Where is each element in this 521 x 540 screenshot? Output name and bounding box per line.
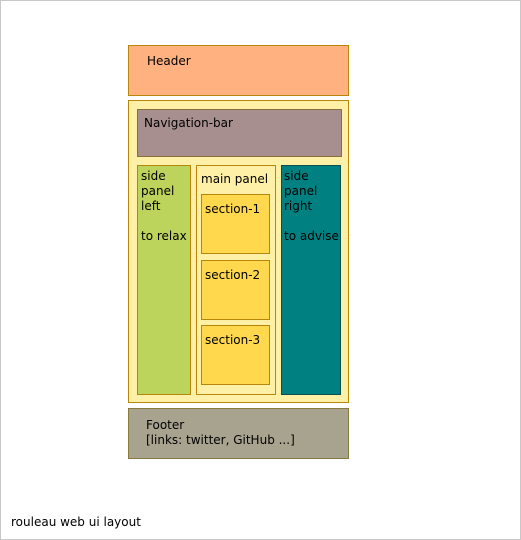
side-panel-left-box: side panel left to relax: [137, 165, 191, 395]
navigation-bar-label: Navigation-bar: [144, 116, 233, 130]
side-panel-right-box: side panel right to advise: [281, 165, 341, 395]
header-box: Header: [128, 45, 349, 96]
diagram-caption: rouleau web ui layout: [11, 515, 141, 529]
section-2-box: section-2: [201, 260, 270, 320]
section-3-label: section-3: [205, 333, 261, 347]
navigation-bar-box: Navigation-bar: [137, 109, 342, 157]
footer-label: Footer [links: twitter, GitHub ...]: [146, 418, 295, 447]
header-label: Header: [147, 54, 191, 68]
section-3-box: section-3: [201, 325, 270, 385]
side-panel-right-label: side panel right to advise: [284, 169, 339, 243]
section-1-label: section-1: [205, 202, 261, 216]
main-panel-label: main panel: [201, 172, 269, 186]
section-1-box: section-1: [201, 194, 270, 254]
side-panel-left-label: side panel left to relax: [141, 169, 187, 243]
section-2-label: section-2: [205, 268, 261, 282]
footer-box: Footer [links: twitter, GitHub ...]: [128, 408, 349, 459]
